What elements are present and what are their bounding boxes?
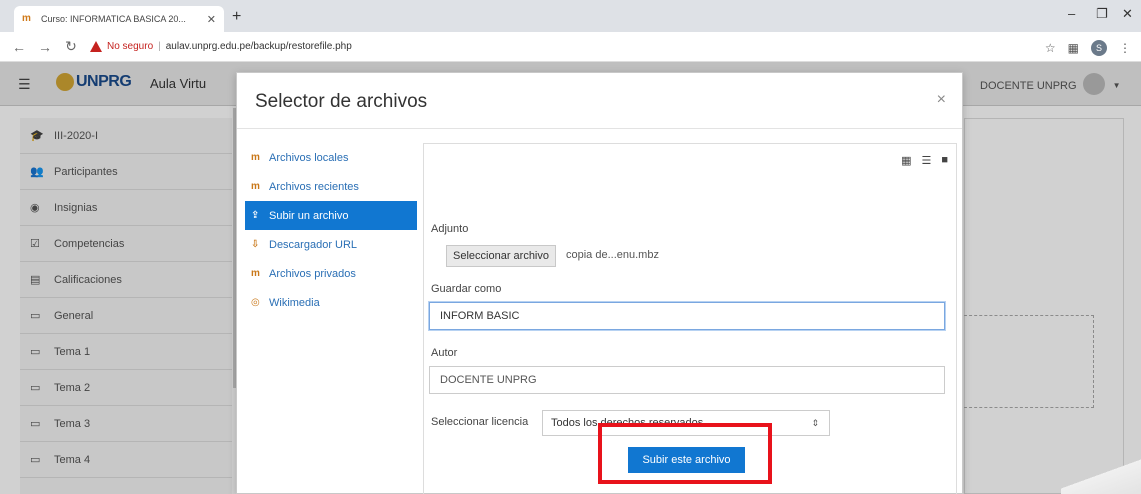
modal-header: Selector de archivos × xyxy=(237,73,962,129)
attachment-label: Adjunto xyxy=(431,223,469,235)
save-as-input[interactable]: INFORM BASIC xyxy=(429,302,945,330)
forward-icon[interactable]: → xyxy=(38,39,52,55)
address-bar: ← → ↻ No seguro | aulav.unprg.edu.pe/bac… xyxy=(0,32,1141,62)
repo-recent-files[interactable]: m Archivos recientes xyxy=(245,172,417,201)
repo-label: Archivos privados xyxy=(269,267,356,280)
modal-title: Selector de archivos xyxy=(255,91,428,112)
repo-local-files[interactable]: m Archivos locales xyxy=(245,143,417,172)
download-icon: ⇩ xyxy=(251,239,260,250)
page-curl xyxy=(1061,454,1141,494)
repo-label: Archivos locales xyxy=(269,151,349,164)
author-input[interactable]: DOCENTE UNPRG xyxy=(429,366,945,394)
folder-view-icon[interactable]: ■ xyxy=(941,154,948,167)
repo-private-files[interactable]: m Archivos privados xyxy=(245,259,417,288)
moodle-icon: m xyxy=(251,268,260,279)
browser-titlebar: m Curso: INFORMATICA BASICA 20... ✕ + – … xyxy=(0,0,1141,32)
choose-file-button[interactable]: Seleccionar archivo xyxy=(446,245,556,267)
maximize-icon[interactable]: ❐ xyxy=(1096,6,1108,22)
license-label: Seleccionar licencia xyxy=(431,416,529,428)
browser-tab[interactable]: m Curso: INFORMATICA BASICA 20... ✕ xyxy=(14,6,224,32)
back-icon[interactable]: ← xyxy=(12,39,26,55)
author-label: Autor xyxy=(431,347,458,359)
save-as-label: Guardar como xyxy=(431,283,502,295)
highlight-box xyxy=(598,423,772,484)
repo-label: Subir un archivo xyxy=(269,209,349,222)
menu-dots-icon[interactable]: ⋮ xyxy=(1119,41,1131,55)
star-icon[interactable]: ☆ xyxy=(1045,41,1056,55)
extensions-icon[interactable]: ▦ xyxy=(1068,41,1079,55)
security-warning: No seguro xyxy=(107,41,154,52)
close-tab-icon[interactable]: ✕ xyxy=(207,13,216,26)
repo-url-downloader[interactable]: ⇩ Descargador URL xyxy=(245,230,417,259)
close-window-icon[interactable]: ✕ xyxy=(1122,6,1133,22)
select-arrows-icon: ⇕ xyxy=(811,418,819,428)
list-view-icon[interactable]: ☰ xyxy=(921,154,931,167)
url-separator: | xyxy=(158,41,161,52)
repo-label: Archivos recientes xyxy=(269,180,359,193)
tab-title: Curso: INFORMATICA BASICA 20... xyxy=(40,14,186,24)
grid-view-icon[interactable]: ▦ xyxy=(901,154,911,167)
close-icon[interactable]: × xyxy=(937,91,946,109)
reload-icon[interactable]: ↻ xyxy=(64,38,78,55)
moodle-favicon-icon: m xyxy=(22,13,31,24)
upload-icon: ⇪ xyxy=(251,210,260,221)
new-tab-icon[interactable]: + xyxy=(232,8,241,26)
repo-wikimedia[interactable]: ◎ Wikimedia xyxy=(245,288,417,317)
repo-label: Wikimedia xyxy=(269,296,320,309)
url-text: aulav.unprg.edu.pe/backup/restorefile.ph… xyxy=(165,41,352,52)
view-toolbar: ▦ ☰ ■ xyxy=(901,154,948,167)
globe-icon: ◎ xyxy=(251,297,260,308)
minimize-icon[interactable]: – xyxy=(1068,6,1075,21)
repo-upload-file[interactable]: ⇪ Subir un archivo xyxy=(245,201,417,230)
url-field[interactable]: No seguro | aulav.unprg.edu.pe/backup/re… xyxy=(90,41,352,52)
warning-icon xyxy=(90,41,102,52)
moodle-icon: m xyxy=(251,152,260,163)
chosen-file-name: copia de...enu.mbz xyxy=(566,249,659,261)
repository-list: m Archivos locales m Archivos recientes ⇪ S… xyxy=(245,143,417,317)
profile-avatar[interactable]: S xyxy=(1091,40,1107,56)
repo-label: Descargador URL xyxy=(269,238,358,251)
moodle-icon: m xyxy=(251,181,260,192)
